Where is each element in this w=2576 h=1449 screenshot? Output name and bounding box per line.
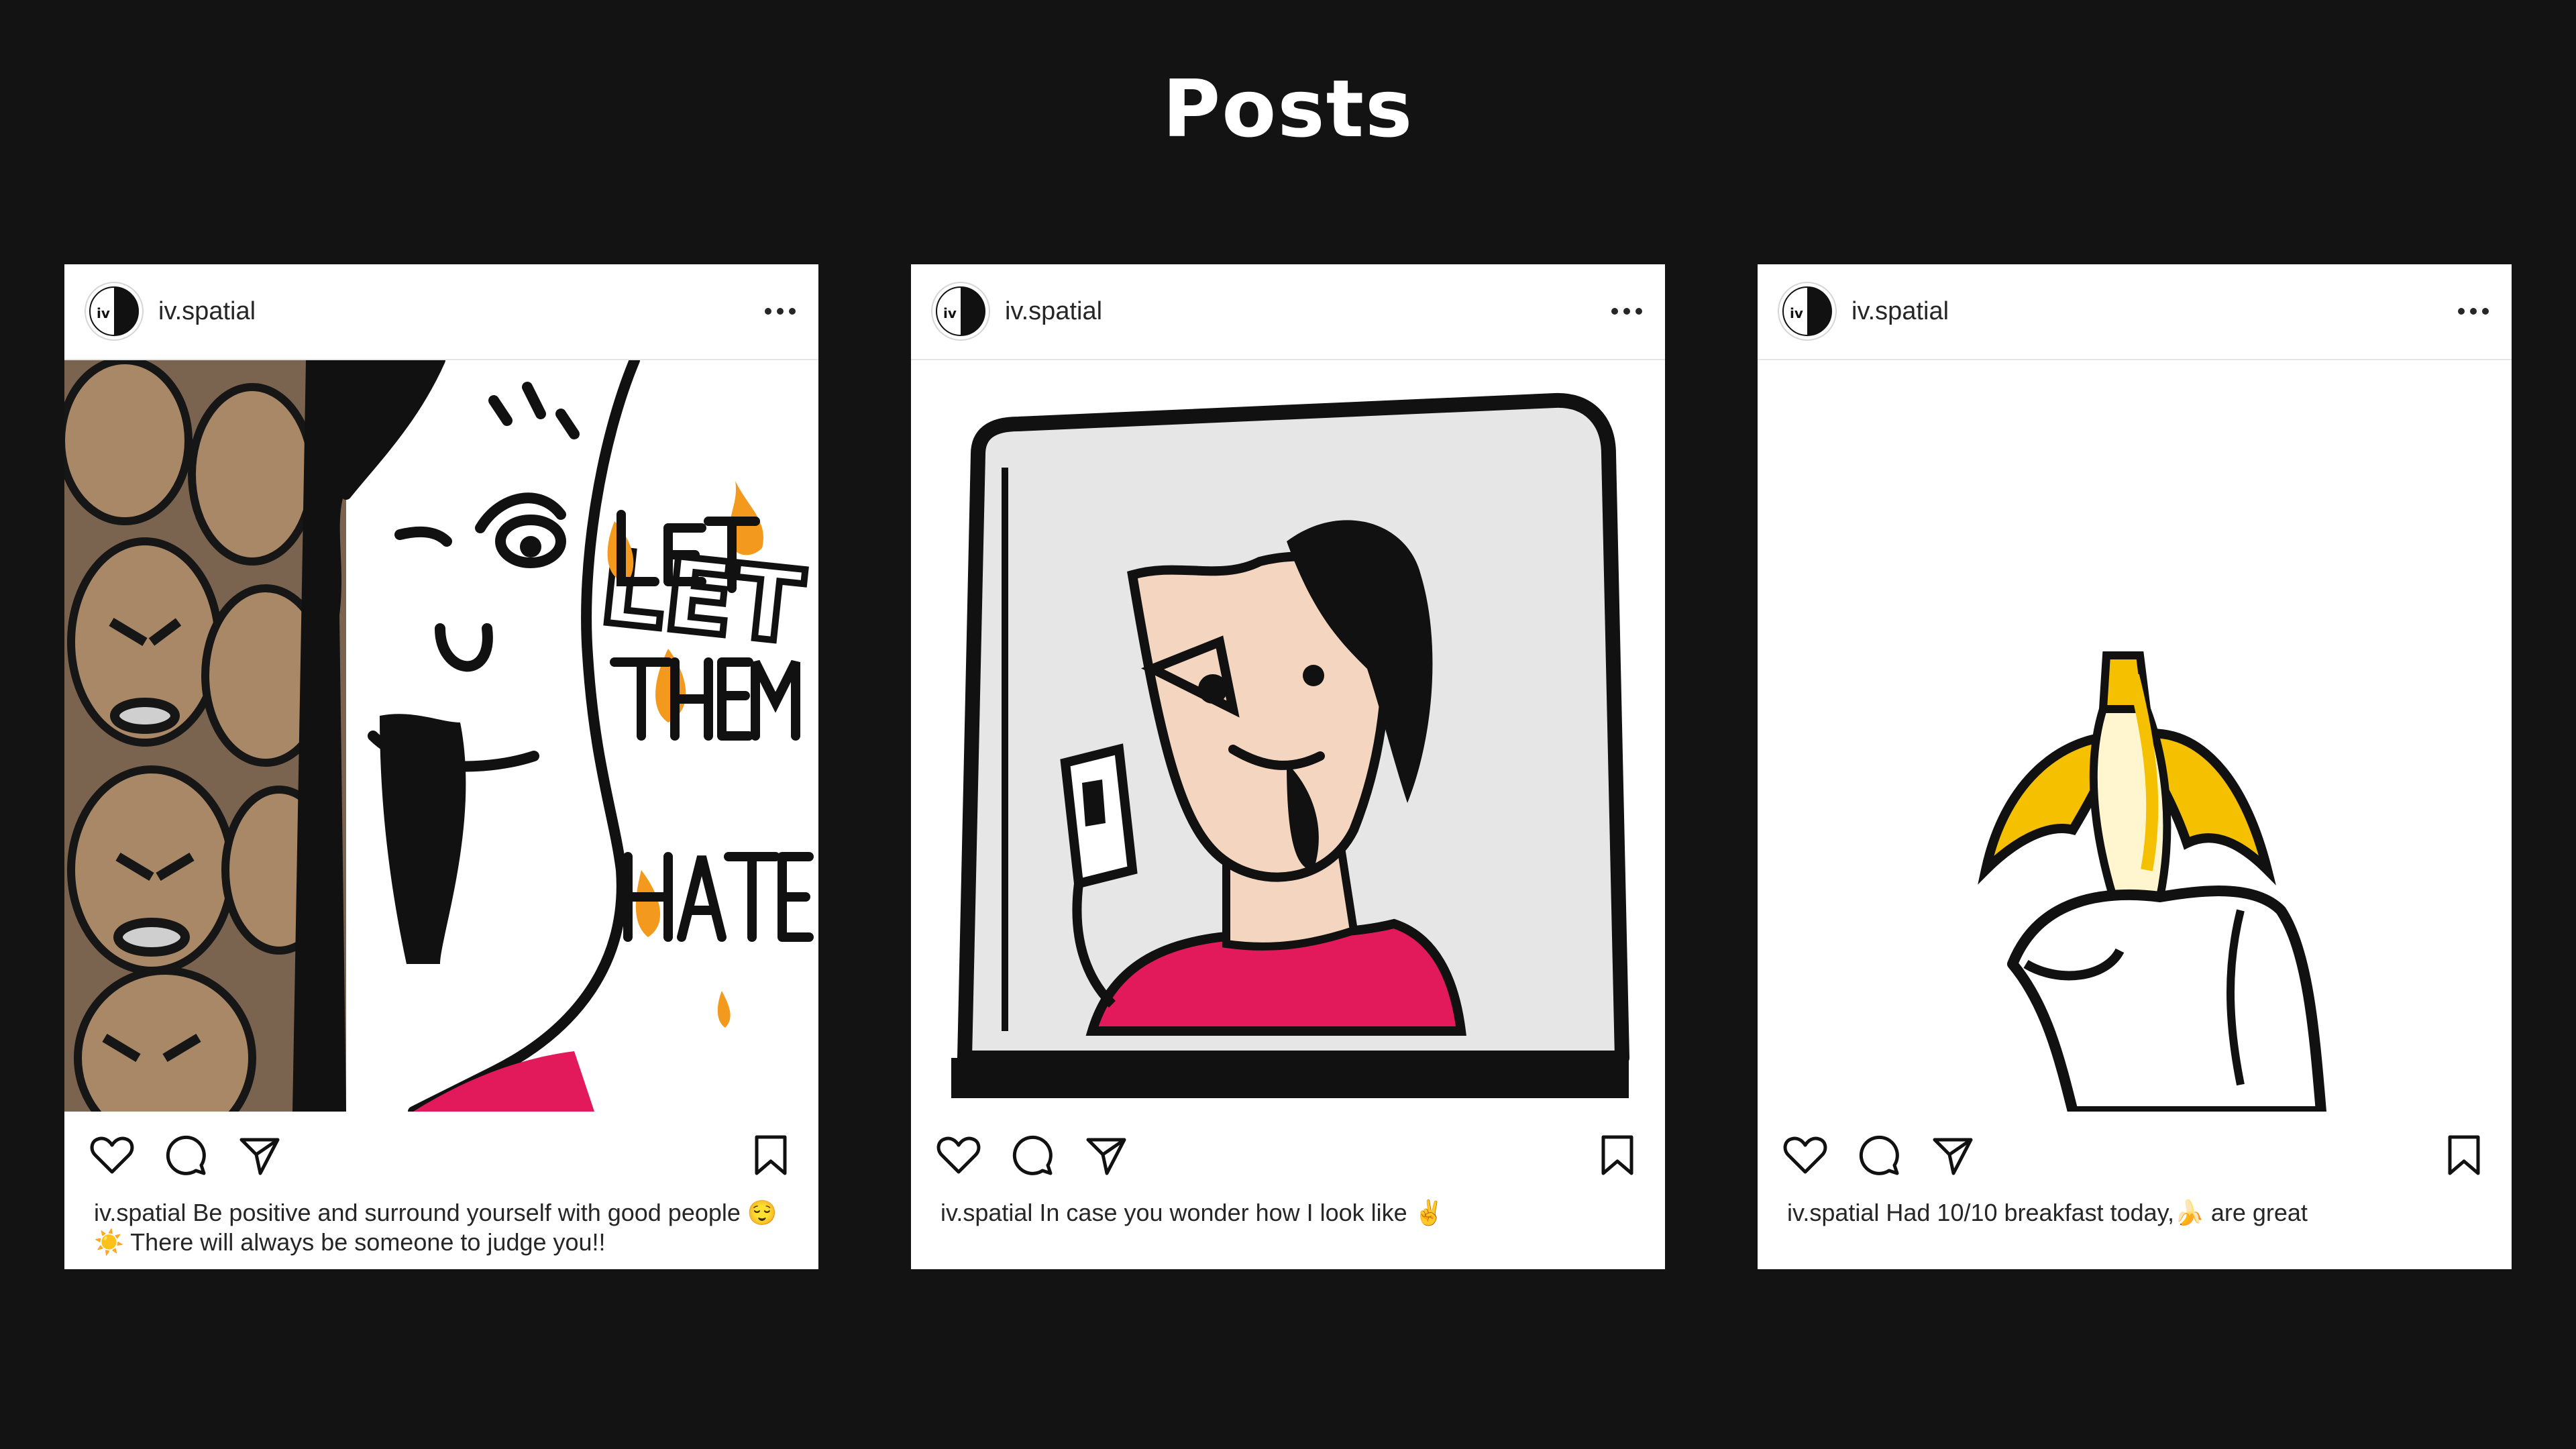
post-username[interactable]: iv.spatial [1005,295,1102,327]
more-dots-icon [1611,308,1642,315]
heart-icon[interactable] [89,1132,136,1179]
post-caption: iv.spatial Had 10/10 breakfast today,🍌 a… [1787,1198,2485,1228]
post-card: iv iv.spatial [1758,264,2512,1269]
more-dots-icon [2458,308,2489,315]
heart-icon[interactable] [1782,1132,1829,1179]
avatar[interactable]: iv [85,282,144,341]
post-header: iv iv.spatial [1758,264,2512,360]
post-actions [911,1112,1665,1199]
avatar[interactable]: iv [931,282,990,341]
post-actions [64,1112,818,1199]
paper-plane-icon[interactable] [1929,1132,1976,1179]
caption-text: Had 10/10 breakfast today,🍌 are great [1879,1199,2308,1226]
bookmark-icon[interactable] [747,1132,794,1179]
paper-plane-icon[interactable] [236,1132,283,1179]
comment-icon[interactable] [1856,1132,1902,1179]
post-username[interactable]: iv.spatial [1851,295,1949,327]
iv-logo-icon: iv [89,286,139,336]
post-caption: iv.spatial In case you wonder how I look… [941,1198,1638,1228]
comment-icon[interactable] [1009,1132,1056,1179]
post-image-let-them-hate[interactable]: LET THEM HATE [64,360,818,1112]
paper-plane-icon[interactable] [1083,1132,1130,1179]
post-image-mirror-selfie[interactable] [911,360,1665,1112]
post-header: iv iv.spatial [64,264,818,360]
mirror-selfie-drawing [911,360,1665,1112]
svg-text:iv: iv [1790,305,1803,321]
post-caption: iv.spatial Be positive and surround your… [94,1198,792,1257]
heart-icon[interactable] [935,1132,982,1179]
let-them-hate-drawing: LET THEM HATE [64,360,818,1112]
post-actions [1758,1112,2512,1199]
post-card: iv iv.spatial [64,264,818,1269]
more-dots-icon [765,308,796,315]
bookmark-icon[interactable] [2440,1132,2487,1179]
post-header: iv iv.spatial [911,264,1665,360]
caption-username[interactable]: iv.spatial [1787,1199,1879,1226]
comment-icon[interactable] [162,1132,209,1179]
svg-text:iv: iv [97,305,110,321]
caption-text: In case you wonder how I look like ✌️ [1032,1199,1444,1226]
more-options-button[interactable] [1609,298,1645,325]
caption-username[interactable]: iv.spatial [94,1199,186,1226]
more-options-button[interactable] [762,298,798,325]
caption-text: Be positive and surround yourself with g… [94,1199,777,1256]
more-options-button[interactable] [2455,298,2491,325]
banana-drawing [1758,360,2512,1112]
caption-username[interactable]: iv.spatial [941,1199,1032,1226]
bookmark-icon[interactable] [1594,1132,1641,1179]
post-username[interactable]: iv.spatial [158,295,256,327]
iv-logo-icon: iv [936,286,985,336]
iv-logo-icon: iv [1782,286,1832,336]
avatar[interactable]: iv [1778,282,1837,341]
post-card: iv iv.spatial [911,264,1665,1269]
post-image-banana[interactable] [1758,360,2512,1112]
page-title: Posts [1162,62,1414,155]
svg-text:iv: iv [943,305,957,321]
